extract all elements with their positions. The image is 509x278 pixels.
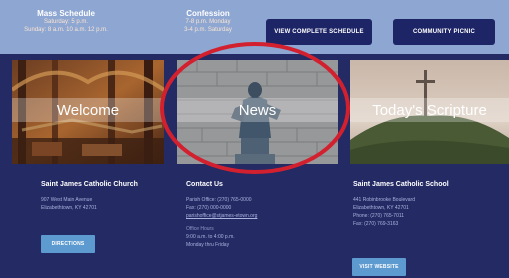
church-address-line: Elizabethtown, KY 42701: [41, 205, 97, 211]
mass-schedule: Mass Schedule Saturday: 5 p.m. Sunday: 8…: [8, 9, 124, 34]
church-title: Saint James Catholic Church: [41, 181, 138, 188]
view-complete-schedule-button[interactable]: VIEW COMPLETE SCHEDULE: [266, 19, 372, 45]
office-hours-title: Office Hours: [186, 226, 214, 232]
confession-line: 3-4 p.m. Saturday: [184, 27, 232, 33]
school-phone[interactable]: Phone: (270) 765-7011: [353, 212, 493, 220]
school-address-line: Elizabethtown, KY 42701: [353, 205, 409, 211]
parish-email-link[interactable]: parishoffice@stjames-etown.org: [186, 212, 326, 220]
church-address-line: 907 West Main Avenue: [41, 197, 93, 203]
visit-website-button[interactable]: VISIT WEBSITE: [352, 258, 406, 276]
confession-line: 7-8 p.m. Monday: [185, 19, 231, 25]
mass-schedule-title: Mass Schedule: [37, 9, 95, 18]
school-address-line: 441 Robinbrooke Boulevard: [353, 197, 415, 203]
office-days: Monday thru Friday: [186, 242, 230, 248]
school-fax: Fax: (270) 769-3163: [353, 221, 399, 227]
contact-title: Contact Us: [186, 181, 223, 188]
contact-info: Contact Us Parish Office: (270) 765-0000…: [186, 180, 326, 249]
confession-title: Confession: [186, 9, 230, 18]
parish-office-phone[interactable]: Parish Office: (270) 765-0000: [186, 196, 326, 204]
school-info: Saint James Catholic School 441 Robinbro…: [353, 180, 493, 228]
directions-button[interactable]: DIRECTIONS: [41, 235, 95, 253]
office-hours: 9:00 a.m. to 4:00 p.m.: [186, 234, 235, 240]
scripture-caption: Today's Scripture: [372, 101, 487, 119]
community-picnic-button[interactable]: COMMUNITY PICNIC: [393, 19, 495, 45]
welcome-caption: Welcome: [56, 101, 120, 119]
parish-fax: Fax: (270) 000-0000: [186, 205, 232, 211]
news-tile[interactable]: News: [177, 60, 338, 164]
welcome-tile[interactable]: Welcome: [12, 60, 164, 164]
school-title: Saint James Catholic School: [353, 181, 449, 188]
news-caption: News: [238, 101, 277, 119]
scripture-tile[interactable]: Today's Scripture: [350, 60, 509, 164]
mass-schedule-line: Sunday: 8 a.m. 10 a.m. 12 p.m.: [24, 27, 108, 33]
schedule-bar: Mass Schedule Saturday: 5 p.m. Sunday: 8…: [0, 0, 509, 54]
confession-schedule: Confession 7-8 p.m. Monday 3-4 p.m. Satu…: [165, 9, 251, 34]
mass-schedule-line: Saturday: 5 p.m.: [43, 19, 89, 25]
church-info: Saint James Catholic Church 907 West Mai…: [41, 180, 161, 212]
